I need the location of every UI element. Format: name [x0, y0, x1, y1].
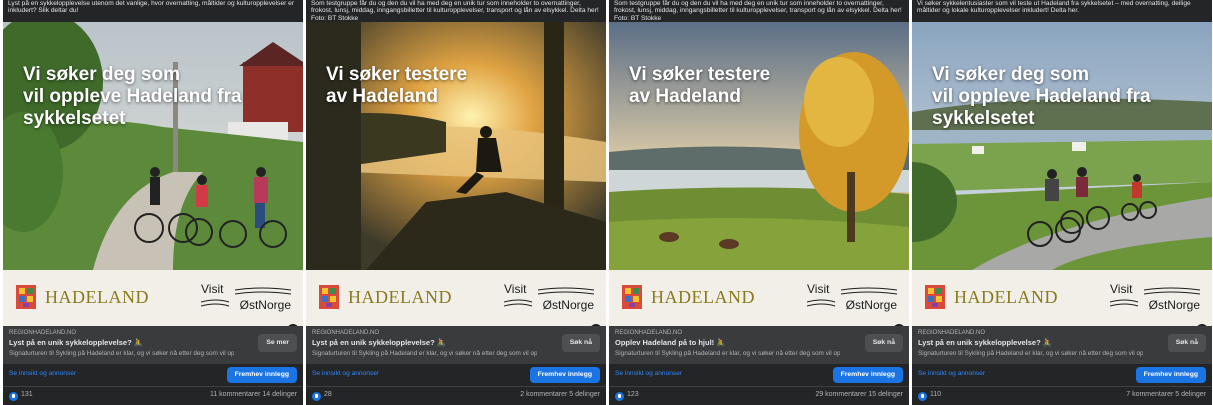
post-caption: Som testgruppe får du og den du vil ha m…: [306, 0, 606, 22]
link-preview[interactable]: REGIONHADELAND.NO Lyst på en unik sykkel…: [3, 326, 303, 364]
ad-card: Som testgruppe får du og den du vil ha m…: [609, 0, 909, 405]
link-preview[interactable]: REGIONHADELAND.NO Lyst på en unik sykkel…: [912, 326, 1212, 364]
post-caption: Lyst på en sykkelopplevelse utenom det v…: [3, 0, 303, 22]
cta-button[interactable]: Se mer: [258, 334, 297, 352]
visit-label: Visit: [807, 282, 830, 296]
ad-headline: Vi søker testere av Hadeland: [629, 64, 771, 107]
boost-post-button[interactable]: Fremhev innlegg: [226, 367, 297, 383]
insights-link[interactable]: Se innsikt og annonser: [615, 370, 682, 377]
cta-button[interactable]: Søk nå: [561, 334, 600, 352]
link-domain: REGIONHADELAND.NO: [9, 330, 77, 336]
ad-actions: Se innsikt og annonser Fremhev innlegg: [306, 364, 606, 386]
visit-label: Visit: [1110, 282, 1133, 296]
link-description: Signaturturen til Sykling på Hadeland er…: [9, 350, 234, 357]
like-icon: [312, 392, 321, 401]
like-icon: [918, 392, 927, 401]
visit-label: Visit: [504, 282, 527, 296]
cta-button[interactable]: Søk nå: [864, 334, 903, 352]
ad-headline: Vi søker testere av Hadeland: [326, 64, 468, 107]
visit-ostnorge-logo: Visit ØstNorge: [1110, 282, 1200, 316]
ad-headline: Vi søker deg som vil oppleve Hadeland fr…: [23, 64, 242, 129]
comments-shares[interactable]: 2 kommentarer 5 delinger: [520, 391, 600, 398]
ostnorge-label: ØstNorge: [239, 298, 291, 312]
link-preview[interactable]: REGIONHADELAND.NO Lyst på en unik sykkel…: [306, 326, 606, 364]
hadeland-crest-icon: [622, 285, 642, 309]
ostnorge-label: ØstNorge: [542, 298, 594, 312]
post-caption: Som testgruppe får du og den du vil ha m…: [609, 0, 909, 22]
link-title: Lyst på en unik sykkelopplevelse? 🚴: [9, 338, 144, 347]
insights-link[interactable]: Se innsikt og annonser: [312, 370, 379, 377]
comments-shares[interactable]: 7 kommentarer 5 delinger: [1126, 391, 1206, 398]
ad-actions: Se innsikt og annonser Fremhev innlegg: [609, 364, 909, 386]
ad-actions: Se innsikt og annonser Fremhev innlegg: [3, 364, 303, 386]
engagement-stats: 123 29 kommentarer 15 delinger: [609, 386, 909, 405]
ostnorge-label: ØstNorge: [845, 298, 897, 312]
comments-shares[interactable]: 11 kommentarer 14 delinger: [210, 391, 297, 398]
link-preview[interactable]: REGIONHADELAND.NO Opplev Hadeland på to …: [609, 326, 909, 364]
link-description: Signaturturen til Sykling på Hadeland er…: [312, 350, 537, 357]
ad-card: Lyst på en sykkelopplevelse utenom det v…: [3, 0, 303, 405]
visit-label: Visit: [201, 282, 224, 296]
ad-image[interactable]: Vi søker testere av Hadeland: [306, 22, 606, 270]
hadeland-crest-icon: [319, 285, 339, 309]
like-icon: [9, 392, 18, 401]
insights-link[interactable]: Se innsikt og annonser: [918, 370, 985, 377]
post-caption: Vi søker sykkelentusiaster som vil teste…: [912, 0, 1212, 22]
ad-card: Vi søker sykkelentusiaster som vil teste…: [912, 0, 1212, 405]
engagement-stats: 131 11 kommentarer 14 delinger: [3, 386, 303, 405]
brand-name: HADELAND: [651, 287, 755, 307]
ad-image[interactable]: Vi søker deg som vil oppleve Hadeland fr…: [3, 22, 303, 270]
hadeland-crest-icon: [16, 285, 36, 309]
autumn-landscape-photo: [609, 22, 909, 270]
ad-card: Som testgruppe får du og den du vil ha m…: [306, 0, 606, 405]
cyclists-photo: [3, 22, 303, 270]
hadeland-crest-icon: [925, 285, 945, 309]
link-description: Signaturturen til Sykling på Hadeland er…: [615, 350, 840, 357]
brand-bar: HADELAND Visit ØstNorge i: [609, 270, 909, 336]
like-count[interactable]: 110: [930, 391, 941, 398]
link-title: Lyst på en unik sykkelopplevelse? 🚴: [312, 338, 447, 347]
visit-ostnorge-logo: Visit ØstNorge: [807, 282, 897, 316]
cyclists-road-photo: [912, 22, 1212, 270]
comments-shares[interactable]: 29 kommentarer 15 delinger: [815, 391, 903, 398]
like-count[interactable]: 131: [21, 391, 33, 398]
ad-actions: Se innsikt og annonser Fremhev innlegg: [912, 364, 1212, 386]
like-count[interactable]: 123: [627, 391, 639, 398]
brand-name: HADELAND: [45, 287, 149, 307]
insights-link[interactable]: Se innsikt og annonser: [9, 370, 76, 377]
like-icon: [615, 392, 624, 401]
boost-post-button[interactable]: Fremhev innlegg: [832, 367, 903, 383]
sunset-hiker-photo: [306, 22, 606, 270]
brand-name: HADELAND: [954, 287, 1058, 307]
ad-image[interactable]: Vi søker deg som vil oppleve Hadeland fr…: [912, 22, 1212, 270]
brand-bar: HADELAND Visit ØstNorge i: [3, 270, 303, 336]
link-domain: REGIONHADELAND.NO: [918, 330, 986, 336]
ostnorge-label: ØstNorge: [1148, 298, 1200, 312]
ad-headline: Vi søker deg som vil oppleve Hadeland fr…: [932, 64, 1151, 129]
link-domain: REGIONHADELAND.NO: [312, 330, 380, 336]
ad-grid: Lyst på en sykkelopplevelse utenom det v…: [0, 0, 1213, 405]
boost-post-button[interactable]: Fremhev innlegg: [1135, 367, 1206, 383]
link-domain: REGIONHADELAND.NO: [615, 330, 683, 336]
brand-bar: HADELAND Visit ØstNorge i: [306, 270, 606, 336]
link-title: Lyst på en unik sykkelopplevelse? 🚴: [918, 338, 1053, 347]
brand-name: HADELAND: [348, 287, 452, 307]
like-count[interactable]: 28: [324, 391, 332, 398]
cta-button[interactable]: Søk nå: [1167, 334, 1206, 352]
link-title: Opplev Hadeland på to hjul! 🚴: [615, 338, 726, 347]
visit-ostnorge-logo: Visit ØstNorge: [201, 282, 291, 316]
link-description: Signaturturen til Sykling på Hadeland er…: [918, 350, 1143, 357]
engagement-stats: 28 2 kommentarer 5 delinger: [306, 386, 606, 405]
brand-bar: HADELAND Visit ØstNorge i: [912, 270, 1212, 336]
boost-post-button[interactable]: Fremhev innlegg: [529, 367, 600, 383]
ad-image[interactable]: Vi søker testere av Hadeland: [609, 22, 909, 270]
visit-ostnorge-logo: Visit ØstNorge: [504, 282, 594, 316]
engagement-stats: 110 7 kommentarer 5 delinger: [912, 386, 1212, 405]
